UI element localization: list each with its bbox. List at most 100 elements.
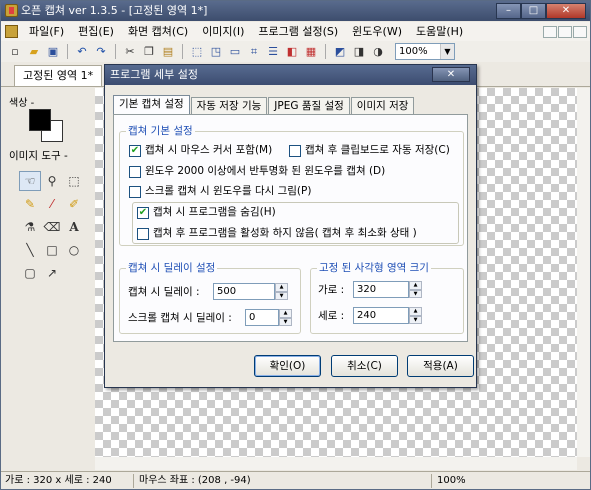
minimize-button[interactable]: – — [496, 3, 521, 19]
zoom-value: 100% — [399, 46, 428, 57]
zoom-select[interactable]: 100% ▼ — [395, 43, 455, 60]
copy-icon[interactable]: ❐ — [141, 44, 157, 60]
spin-down-icon[interactable]: ▼ — [409, 289, 422, 298]
line-icon[interactable]: ╲ — [19, 240, 41, 260]
menu-help[interactable]: 도움말(H) — [409, 22, 470, 41]
tab-auto-save[interactable]: 자동 저장 기능 — [190, 97, 268, 114]
horizontal-scrollbar[interactable] — [95, 457, 577, 470]
capture-fullscreen-icon[interactable]: ▭ — [227, 44, 243, 60]
height-label: 세로 : — [318, 310, 345, 322]
eraser-icon[interactable]: ⌫ — [41, 217, 63, 237]
capture-delay-spinner[interactable]: 500 ▲ ▼ — [213, 283, 288, 300]
magnifier-icon[interactable]: ⚲ — [41, 171, 63, 191]
status-zoom: 100% — [437, 475, 466, 486]
capture-delay-input[interactable]: 500 — [213, 283, 275, 300]
checkbox-checked-icon[interactable]: ✔ — [129, 144, 141, 157]
contrast-icon[interactable]: ◑ — [370, 44, 386, 60]
close-button[interactable]: ✕ — [546, 3, 586, 19]
undo-icon[interactable]: ↶ — [74, 44, 90, 60]
spin-up-icon[interactable]: ▲ — [409, 281, 422, 290]
cancel-button[interactable]: 취소(C) — [331, 355, 398, 377]
capture-object-icon[interactable]: ▦ — [303, 44, 319, 60]
option-no-activate[interactable]: 캡쳐 후 프로그램을 활성화 하지 않음( 캡쳐 후 최소화 상태 ) — [137, 227, 417, 240]
menu-edit[interactable]: 편집(E) — [71, 22, 121, 41]
paste-icon[interactable]: ▤ — [160, 44, 176, 60]
capture-delay-label: 캡쳐 시 딜레이 : — [128, 286, 200, 298]
paint-bucket-icon[interactable]: ⚗ — [19, 217, 41, 237]
dropper-color-icon[interactable]: ✐ — [63, 194, 85, 214]
group-fixed-size: 고정 된 사각형 영역 크기 — [310, 262, 464, 334]
menu-capture[interactable]: 화면 캡쳐(C) — [121, 22, 195, 41]
eyedropper-icon[interactable]: ⁄ — [41, 194, 63, 214]
spin-down-icon[interactable]: ▼ — [409, 315, 422, 324]
document-tab[interactable]: 고정된 영역 1* — [14, 65, 103, 86]
open-folder-icon[interactable]: ▰ — [26, 44, 42, 60]
redo-icon[interactable]: ↷ — [93, 44, 109, 60]
tool-panel: 색상 - 이미지 도구 - ☜ ⚲ ⬚ ✎ ⁄ ✐ ⚗ ⌫ A ╲ □ ○ ▢ … — [1, 88, 95, 470]
rectangle-icon[interactable]: □ — [41, 240, 63, 260]
capture-region-icon[interactable]: ⬚ — [189, 44, 205, 60]
menu-settings[interactable]: 프로그램 설정(S) — [251, 22, 345, 41]
ellipse-icon[interactable]: ○ — [63, 240, 85, 260]
pencil-icon[interactable]: ✎ — [19, 194, 41, 214]
option-label: 캡쳐 시 프로그램을 숨김(H) — [153, 206, 276, 218]
spin-up-icon[interactable]: ▲ — [275, 283, 288, 292]
hand-icon[interactable]: ☜ — [19, 171, 41, 191]
group-basic-title: 캡쳐 기본 설정 — [126, 125, 195, 137]
vertical-scrollbar[interactable] — [577, 88, 590, 457]
tab-image-save[interactable]: 이미지 저장 — [350, 97, 415, 114]
ok-button[interactable]: 확인(O) — [254, 355, 321, 377]
marquee-select-icon[interactable]: ⬚ — [63, 171, 85, 191]
checkbox-icon[interactable] — [129, 165, 141, 178]
spin-up-icon[interactable]: ▲ — [279, 309, 292, 318]
spin-down-icon[interactable]: ▼ — [279, 317, 292, 326]
option-scroll-redraw[interactable]: 스크롤 캡쳐 시 윈도우를 다시 그림(P) — [129, 185, 311, 198]
cut-icon[interactable]: ✂ — [122, 44, 138, 60]
tab-jpeg-quality[interactable]: JPEG 품질 설정 — [268, 97, 350, 114]
option-translucent-windows[interactable]: 윈도우 2000 이상에서 반투명화 된 윈도우를 캡쳐 (D) — [129, 165, 385, 178]
text-icon[interactable]: A — [63, 217, 85, 237]
grayscale-icon[interactable]: ◨ — [351, 44, 367, 60]
menu-file[interactable]: 파일(F) — [22, 22, 71, 41]
apply-button[interactable]: 적용(A) — [407, 355, 474, 377]
group-fixed-size-title: 고정 된 사각형 영역 크기 — [317, 262, 431, 274]
spin-up-icon[interactable]: ▲ — [409, 307, 422, 316]
rounded-rect-icon[interactable]: ▢ — [19, 263, 41, 283]
capture-window-icon[interactable]: ◳ — [208, 44, 224, 60]
primary-color-swatch[interactable] — [29, 109, 51, 131]
chevron-down-icon[interactable]: ▼ — [440, 44, 454, 59]
dialog-close-button[interactable]: ✕ — [432, 67, 470, 82]
checkbox-icon[interactable] — [129, 185, 141, 198]
option-hide-program[interactable]: ✔ 캡쳐 시 프로그램을 숨김(H) — [137, 206, 276, 219]
spin-down-icon[interactable]: ▼ — [275, 291, 288, 300]
mdi-close-button[interactable] — [573, 25, 587, 38]
height-spinner[interactable]: 240 ▲ ▼ — [353, 307, 422, 324]
status-mouse: 마우스 좌표 : (208 , -94) — [139, 475, 251, 486]
checkbox-checked-icon[interactable]: ✔ — [137, 206, 149, 219]
new-file-icon[interactable]: ▫ — [7, 44, 23, 60]
menu-window[interactable]: 윈도우(W) — [345, 22, 409, 41]
scroll-delay-input[interactable]: 0 — [245, 309, 279, 326]
capture-menu-icon[interactable]: ◧ — [284, 44, 300, 60]
toolbar-separator — [67, 44, 68, 59]
maximize-button[interactable]: □ — [521, 3, 546, 19]
menu-image[interactable]: 이미지(I) — [195, 22, 251, 41]
mdi-restore-button[interactable] — [558, 25, 572, 38]
arrow-icon[interactable]: ↗ — [41, 263, 63, 283]
option-include-cursor[interactable]: ✔ 캡쳐 시 마우스 커서 포함(M) — [129, 144, 272, 157]
resize-icon[interactable]: ◩ — [332, 44, 348, 60]
scroll-delay-spinner[interactable]: 0 ▲ ▼ — [245, 309, 292, 326]
save-icon[interactable]: ▣ — [45, 44, 61, 60]
width-input[interactable]: 320 — [353, 281, 409, 298]
capture-scroll-icon[interactable]: ☰ — [265, 44, 281, 60]
width-spinner[interactable]: 320 ▲ ▼ — [353, 281, 422, 298]
capture-fixed-icon[interactable]: ⌗ — [246, 44, 262, 60]
dialog-tabs: 기본 캡쳐 설정 자동 저장 기능 JPEG 품질 설정 이미지 저장 — [113, 95, 415, 115]
checkbox-icon[interactable] — [289, 144, 301, 157]
option-clipboard-autosave[interactable]: 캡쳐 후 클립보드로 자동 저장(C) — [289, 144, 450, 157]
tab-basic-capture[interactable]: 기본 캡쳐 설정 — [113, 95, 190, 115]
checkbox-icon[interactable] — [137, 227, 149, 240]
width-label: 가로 : — [318, 284, 345, 296]
height-input[interactable]: 240 — [353, 307, 409, 324]
mdi-minimize-button[interactable] — [543, 25, 557, 38]
